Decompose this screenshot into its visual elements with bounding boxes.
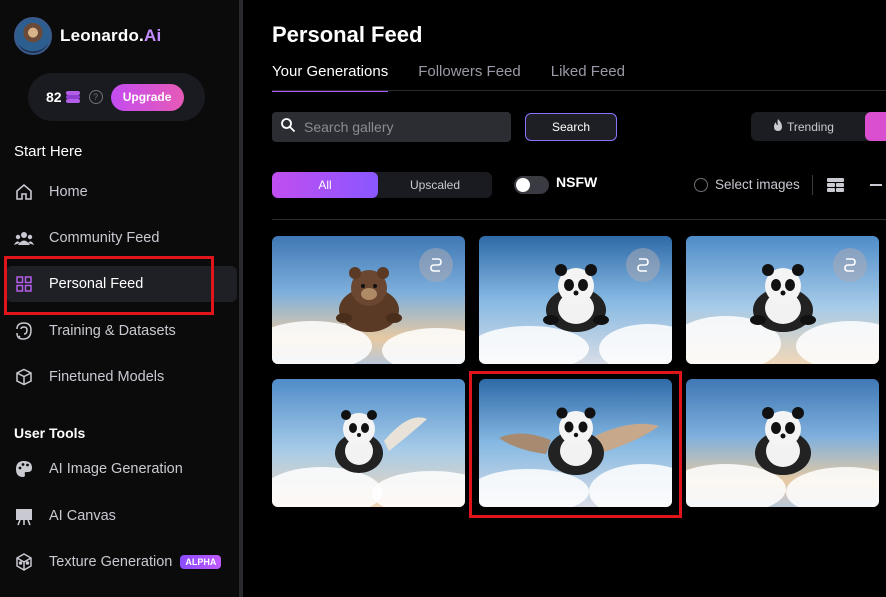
community-icon: [14, 228, 34, 248]
search-box[interactable]: [272, 112, 511, 142]
toggle-knob: [516, 178, 530, 192]
section-start-here: Start Here: [14, 143, 83, 160]
gallery-image[interactable]: [272, 379, 465, 507]
credits-pill: 82 ? Upgrade: [28, 73, 205, 121]
cube-icon: [14, 367, 34, 387]
sidebar-item-community-feed[interactable]: Community Feed: [6, 220, 237, 256]
toolbar-separator: [812, 175, 813, 195]
sidebar-item-label: AI Canvas: [49, 508, 116, 524]
help-icon[interactable]: ?: [88, 90, 103, 104]
highlight-box-selected-image: [469, 371, 682, 518]
brand-avatar: [14, 17, 52, 55]
trending-label: Trending: [787, 119, 834, 134]
page-title: Personal Feed: [272, 22, 423, 47]
search-icon: [280, 117, 296, 138]
filter-segmented-control: All Upscaled: [272, 172, 492, 198]
brand-logo[interactable]: Leonardo.Ai: [14, 17, 161, 55]
nsfw-label: NSFW: [556, 174, 598, 190]
training-icon: [14, 321, 34, 341]
sidebar-item-finetuned-models[interactable]: Finetuned Models: [6, 359, 237, 395]
search-button[interactable]: Search: [525, 113, 617, 141]
alpha-badge: ALPHA: [180, 555, 222, 569]
section-user-tools: User Tools: [14, 425, 86, 441]
texture-icon: [14, 552, 34, 572]
winged-panda-image: [334, 410, 427, 473]
sidebar-item-texture-generation[interactable]: Texture Generation ALPHA: [6, 544, 237, 580]
gallery-image[interactable]: [686, 236, 879, 364]
zoom-out-icon[interactable]: [870, 184, 882, 186]
select-images-radio[interactable]: [694, 178, 708, 192]
sidebar-item-label: Home: [49, 184, 88, 200]
feed-tabs: Your Generations Followers Feed Liked Fe…: [272, 63, 655, 92]
panda-image: [749, 264, 816, 332]
highlight-box-personal-feed: [4, 256, 214, 315]
sidebar-item-ai-image-generation[interactable]: AI Image Generation: [6, 451, 237, 487]
filter-all-button[interactable]: All: [272, 172, 378, 198]
easel-icon: [14, 506, 34, 526]
sidebar-item-home[interactable]: Home: [6, 174, 237, 210]
panda-image: [754, 407, 811, 475]
sidebar-item-label: AI Image Generation: [49, 461, 183, 477]
panda-image: [542, 264, 609, 332]
sidebar-item-label: Finetuned Models: [49, 369, 165, 385]
gallery-image[interactable]: [686, 379, 879, 507]
tab-your-generations[interactable]: Your Generations: [272, 63, 389, 92]
palette-icon: [14, 459, 34, 479]
nsfw-toggle[interactable]: [514, 176, 549, 194]
credit-count: 82: [46, 89, 62, 105]
filter-upscaled-button[interactable]: Upscaled: [378, 172, 492, 198]
search-input[interactable]: [304, 119, 504, 135]
remix-icon[interactable]: [626, 248, 660, 282]
bear-image: [335, 267, 402, 332]
sidebar-item-label: Training & Datasets: [49, 323, 176, 339]
gallery-image[interactable]: [479, 236, 672, 364]
sidebar-item-ai-canvas[interactable]: AI Canvas: [6, 498, 237, 534]
sort-option-button[interactable]: [865, 112, 886, 141]
sidebar-item-training-datasets[interactable]: Training & Datasets: [6, 313, 237, 349]
tab-liked-feed[interactable]: Liked Feed: [551, 63, 625, 92]
coins-icon: [65, 91, 80, 103]
gallery-image[interactable]: [272, 236, 465, 364]
remix-icon[interactable]: [419, 248, 453, 282]
tabs-divider: [272, 90, 886, 91]
sidebar-item-label: Texture Generation: [49, 554, 173, 570]
tab-followers-feed[interactable]: Followers Feed: [418, 63, 521, 92]
filters-divider: [272, 219, 886, 220]
grid-view-icon[interactable]: [827, 178, 844, 192]
home-icon: [14, 182, 34, 202]
brand-name: Leonardo.Ai: [60, 26, 162, 45]
remix-icon[interactable]: [833, 248, 867, 282]
select-images-label[interactable]: Select images: [715, 177, 800, 192]
sidebar-item-label: Community Feed: [49, 230, 160, 246]
upgrade-button[interactable]: Upgrade: [110, 83, 184, 111]
flame-icon: [773, 118, 783, 136]
